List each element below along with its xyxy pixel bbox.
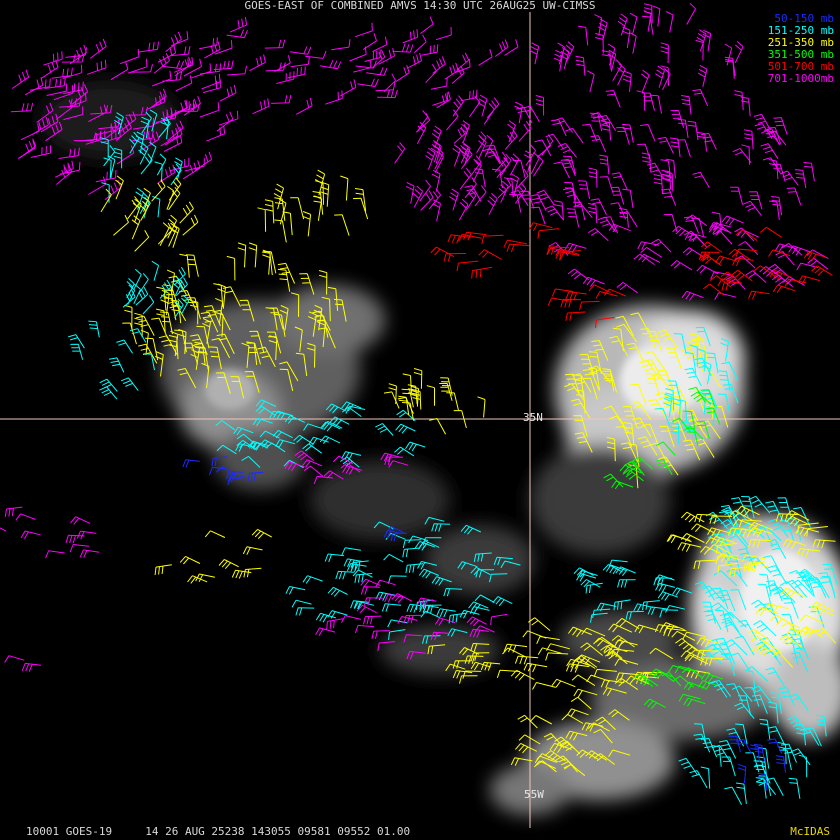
longitude-label: 55W	[524, 788, 544, 801]
mcidas-brand: McIDAS	[790, 825, 830, 838]
satellite-map	[0, 0, 840, 840]
image-title: GOES-EAST OF COMBINED AMVS 14:30 UTC 26A…	[244, 0, 596, 12]
latitude-label: 35N	[523, 411, 543, 424]
pressure-legend: 50-150 mb 151-250 mb 251-350 mb 351-500 …	[768, 13, 834, 85]
image-info-footer: 10001 GOES-19 14 26 AUG 25238 143055 095…	[26, 825, 411, 838]
legend-item: 701-1000mb	[767, 72, 834, 85]
